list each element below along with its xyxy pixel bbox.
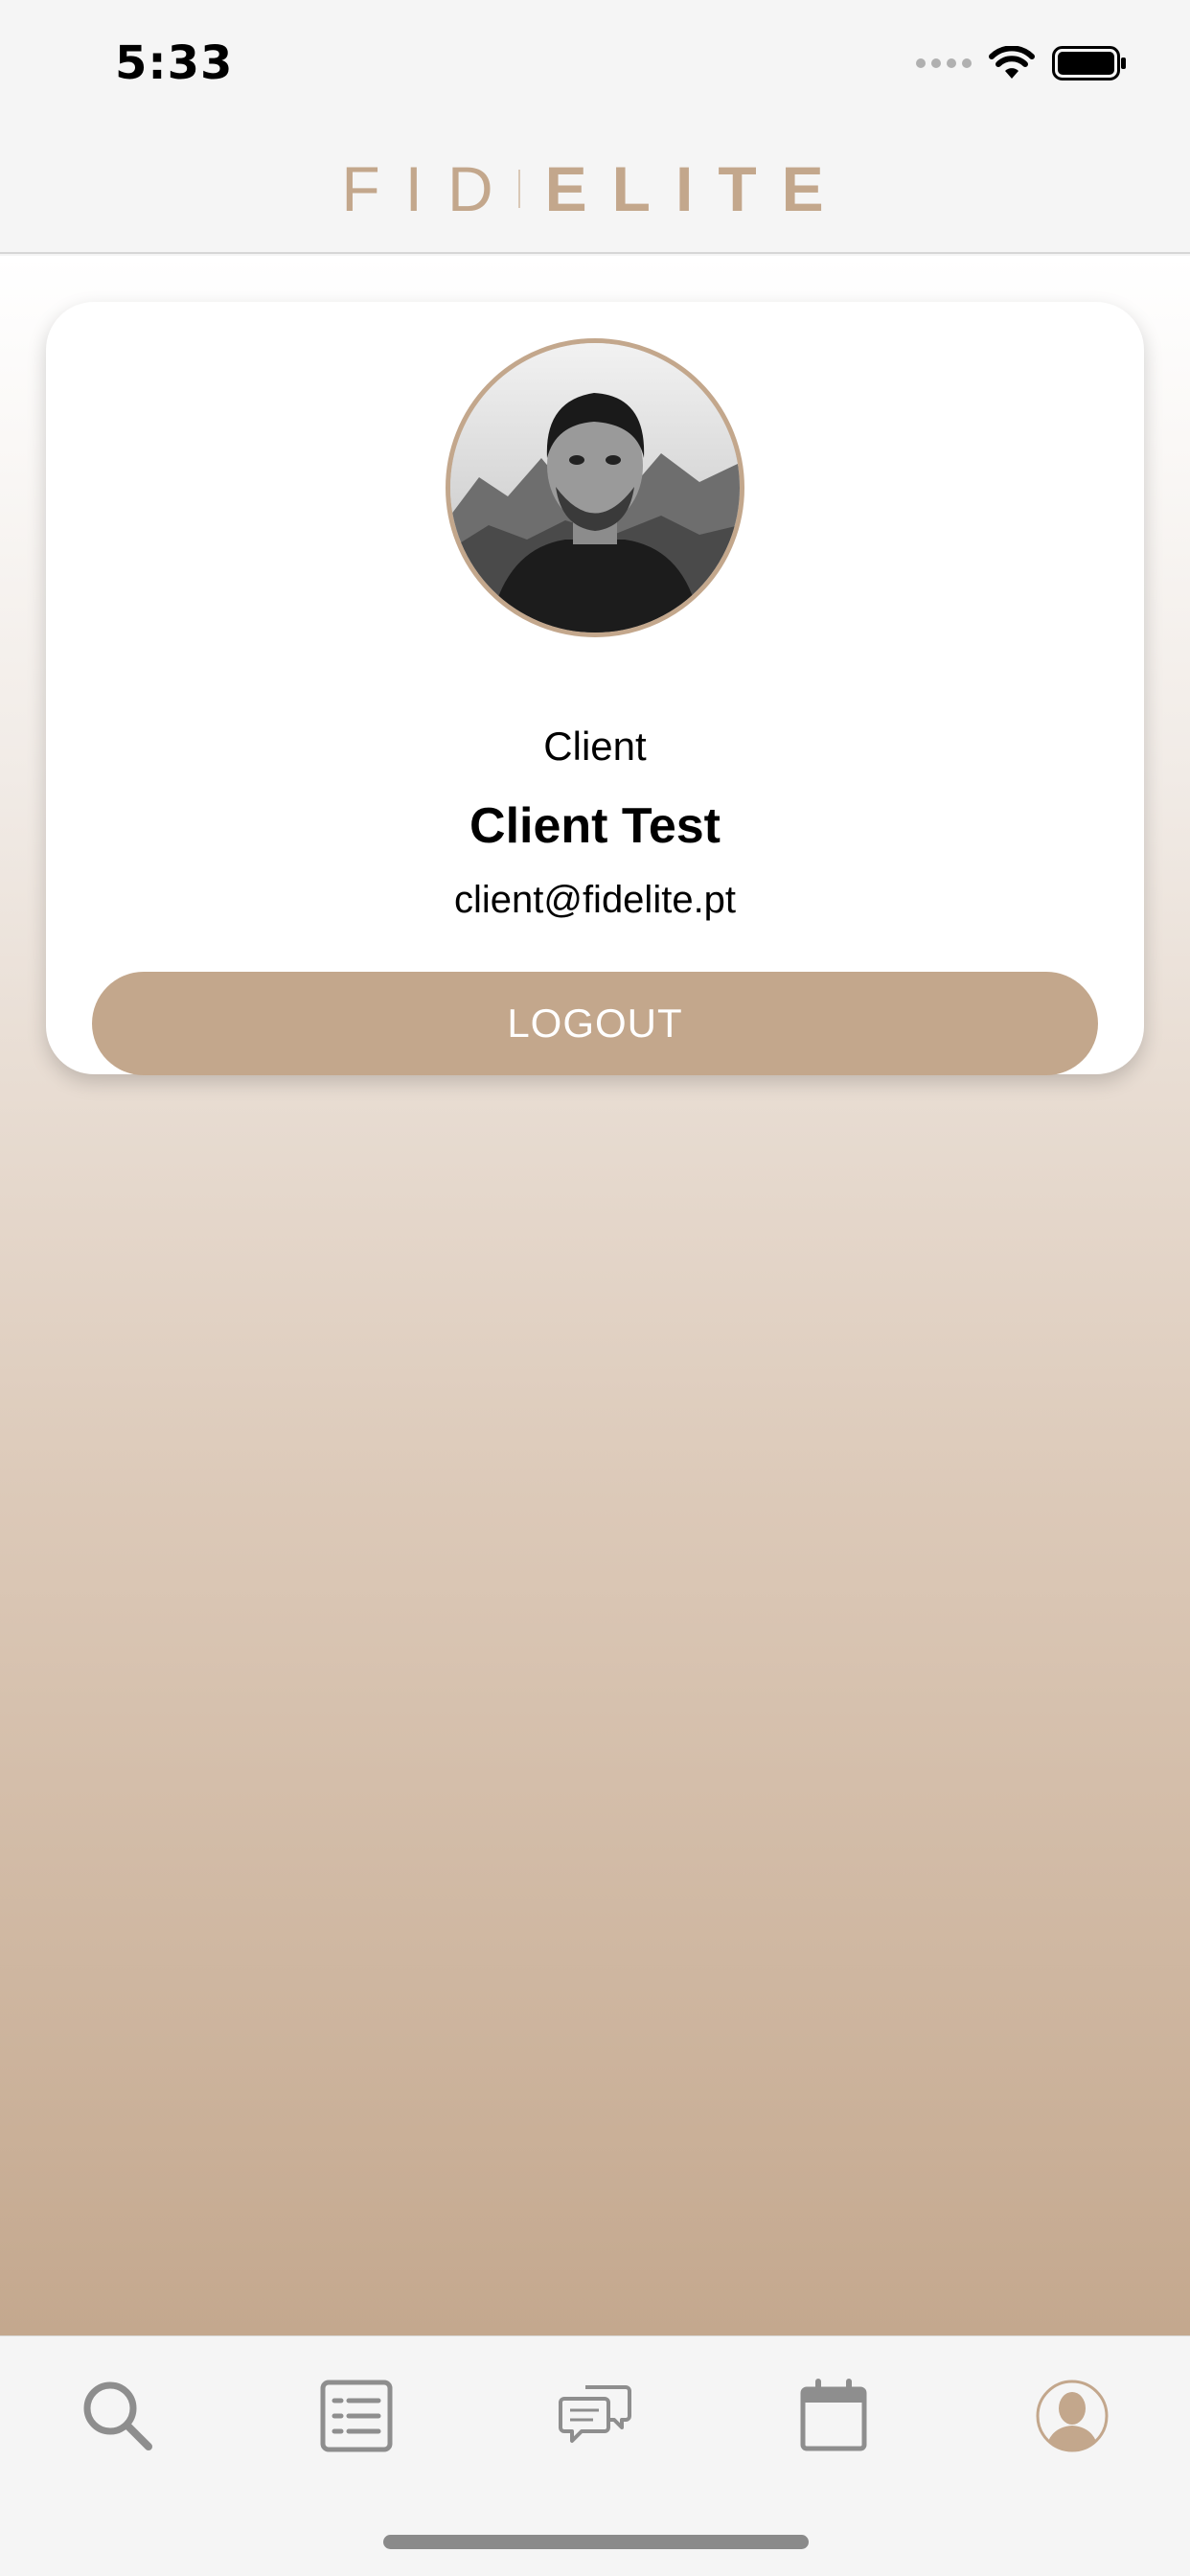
home-indicator[interactable]	[383, 2535, 809, 2549]
app-header: FID ELITE	[0, 125, 1190, 254]
avatar	[446, 338, 744, 637]
app-logo: FID ELITE	[341, 152, 848, 225]
status-icons	[916, 46, 1127, 80]
calendar-icon	[800, 2379, 867, 2451]
tab-profile[interactable]	[1029, 2373, 1115, 2459]
user-name: Client Test	[469, 798, 721, 854]
cellular-signal-icon	[916, 58, 972, 68]
profile-screen: Client Client Test client@fidelite.pt LO…	[0, 256, 1190, 2335]
tab-calendar[interactable]	[790, 2373, 877, 2459]
status-bar: 5:33	[0, 0, 1190, 125]
status-time: 5:33	[115, 36, 234, 90]
wifi-icon	[989, 46, 1035, 79]
list-icon	[320, 2380, 393, 2452]
user-role: Client	[543, 724, 647, 769]
logo-separator	[517, 169, 520, 208]
profile-icon	[1036, 2380, 1109, 2452]
battery-icon	[1052, 46, 1126, 80]
search-icon	[83, 2381, 152, 2450]
profile-card: Client Client Test client@fidelite.pt LO…	[46, 302, 1144, 1075]
logo-text-right: ELITE	[544, 152, 849, 224]
user-email: client@fidelite.pt	[453, 879, 737, 921]
chat-icon	[559, 2385, 631, 2443]
avatar-photo	[450, 343, 740, 632]
tab-search[interactable]	[75, 2373, 161, 2459]
tab-list[interactable]	[313, 2373, 400, 2459]
tab-messages[interactable]	[552, 2373, 638, 2459]
logo-text-left: FID	[341, 152, 518, 224]
logout-button[interactable]: LOGOUT	[92, 972, 1098, 1075]
